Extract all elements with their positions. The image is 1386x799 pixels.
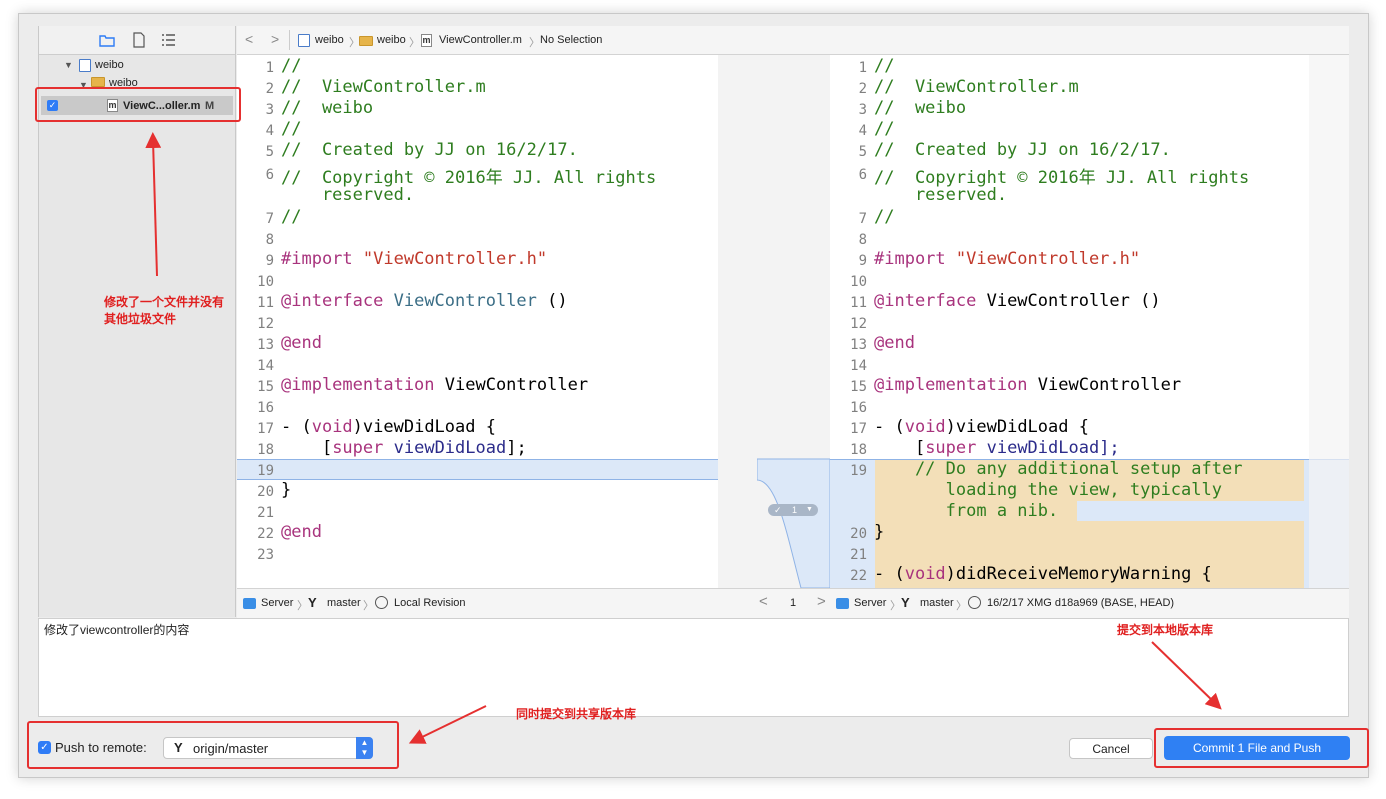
annotation-commit-note: 提交到本地版本库 [1117, 623, 1214, 637]
annotation-push-note: 同时提交到共享版本库 [516, 707, 637, 721]
annotation-arrows [145, 132, 1222, 744]
annotation-nav-note: 修改了一个文件并没有 其他垃圾文件 [104, 295, 225, 326]
